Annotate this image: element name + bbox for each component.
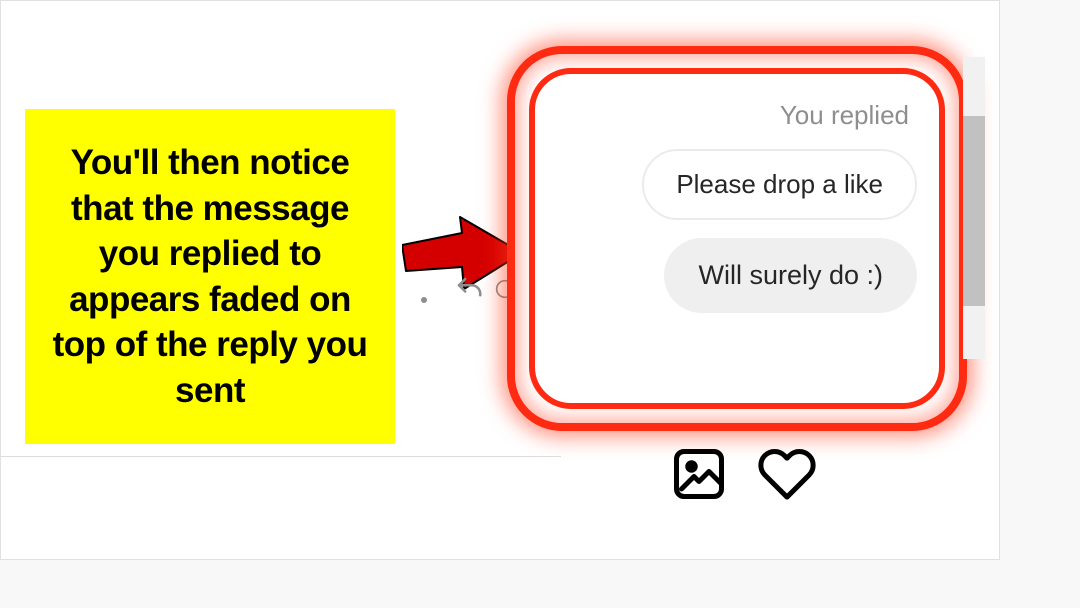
reply-action-icon[interactable] (453, 273, 485, 305)
highlight-annotation: You replied Please drop a like Will sure… (507, 46, 967, 431)
scrollbar-thumb[interactable] (963, 116, 985, 306)
callout-text: You'll then notice that the message you … (43, 140, 377, 413)
composer-divider (1, 456, 561, 457)
composer-actions (669, 444, 817, 504)
app-canvas: You'll then notice that the message you … (0, 0, 1000, 560)
sent-reply-text: Will surely do :) (698, 260, 883, 290)
quoted-message-bubble[interactable]: Please drop a like (642, 149, 917, 220)
dot-separator (421, 297, 427, 303)
highlight-inner: You replied Please drop a like Will sure… (529, 68, 945, 409)
heart-icon[interactable] (757, 444, 817, 504)
message-hover-actions (453, 273, 515, 305)
gallery-icon[interactable] (669, 444, 729, 504)
reply-indicator-label: You replied (557, 96, 917, 131)
quoted-message-text: Please drop a like (676, 169, 883, 199)
sent-reply-bubble[interactable]: Will surely do :) (664, 238, 917, 313)
annotation-callout: You'll then notice that the message you … (25, 109, 395, 444)
